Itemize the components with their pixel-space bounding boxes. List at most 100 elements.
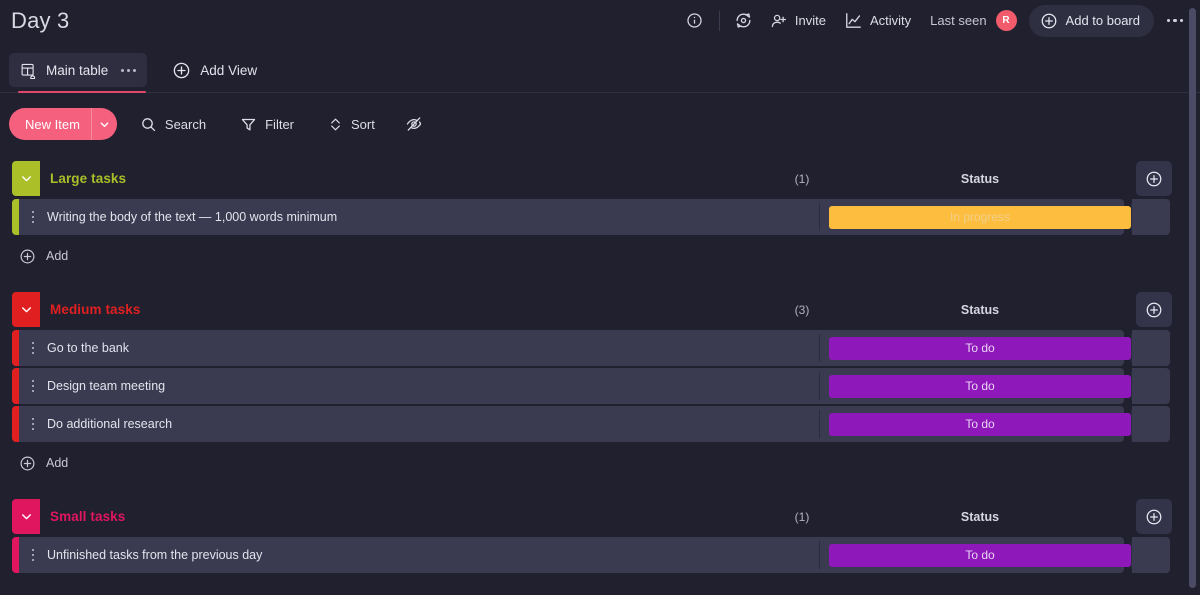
add-column-button[interactable] (1136, 161, 1172, 196)
add-item-button[interactable]: Add (0, 238, 200, 274)
page-title: Day 3 (11, 7, 70, 33)
action-toolbar: New Item Search Filter Sort (0, 105, 1200, 143)
info-button[interactable] (678, 6, 712, 36)
group-collapse-toggle[interactable] (12, 292, 40, 327)
status-cell[interactable]: To do (829, 333, 1131, 363)
group-collapse-toggle[interactable] (12, 499, 40, 534)
toolbar-divider (718, 10, 720, 31)
filter-label: Filter (265, 116, 294, 132)
group-item-count: (1) (794, 171, 810, 186)
chevron-down-icon (20, 303, 33, 316)
group-header: Small tasks (1) Status (0, 496, 1200, 537)
drag-dots-icon[interactable] (19, 537, 47, 573)
top-bar: Day 3 Invite Activity Last seen R Add to… (0, 0, 1200, 41)
drag-dots-icon[interactable] (19, 368, 47, 404)
add-item-button[interactable]: Add (0, 445, 200, 481)
avatar[interactable]: R (995, 10, 1017, 31)
status-cell[interactable]: To do (829, 371, 1131, 401)
table-row: Writing the body of the text — 1,000 wor… (0, 199, 1200, 235)
status-badge[interactable]: In progress (829, 205, 1131, 229)
column-divider (819, 410, 820, 438)
table-row: Do additional research To do (0, 406, 1200, 442)
activity-log-button[interactable] (727, 6, 761, 36)
column-header-status[interactable]: Status (834, 496, 1126, 537)
more-horizontal-icon (1166, 18, 1171, 23)
drag-dots-icon[interactable] (19, 199, 47, 235)
board-more-options-button[interactable] (1158, 6, 1192, 36)
column-divider (819, 203, 820, 231)
tab-main-table-label: Main table (46, 62, 109, 78)
plus-circle-icon (1145, 170, 1163, 188)
add-to-board-button[interactable]: Add to board (1028, 4, 1154, 37)
status-badge[interactable]: To do (829, 412, 1131, 436)
new-item-dropdown-toggle[interactable] (90, 108, 117, 140)
plus-circle-icon (172, 61, 191, 80)
group-small-tasks: Small tasks (1) Status Unfinished tasks … (0, 496, 1200, 573)
last-seen-label: Last seen (930, 13, 987, 28)
search-button[interactable]: Search (129, 109, 217, 140)
new-item-button[interactable]: New Item (9, 108, 117, 140)
search-label: Search (164, 116, 207, 132)
chevron-down-icon (20, 172, 33, 185)
status-cell[interactable]: To do (829, 540, 1131, 570)
column-header-status[interactable]: Status (834, 289, 1126, 330)
add-view-label: Add View (200, 62, 258, 78)
activity-button[interactable]: Activity (835, 6, 920, 36)
group-title[interactable]: Medium tasks (50, 289, 140, 330)
row-color-bar (12, 537, 19, 573)
board-app: Day 3 Invite Activity Last seen R Add to… (0, 0, 1200, 595)
new-item-label: New Item (25, 116, 80, 132)
row-tail-cell (1132, 330, 1170, 366)
eye-off-icon (405, 115, 423, 133)
refresh-sync-icon (734, 11, 753, 30)
add-item-label: Add (46, 456, 69, 470)
add-to-board-label: Add to board (1065, 13, 1140, 28)
invite-button[interactable]: Invite (761, 6, 835, 36)
funnel-icon (240, 116, 257, 133)
add-column-button[interactable] (1136, 499, 1172, 534)
last-seen-group[interactable]: Last seen R (920, 6, 1022, 36)
group-title[interactable]: Small tasks (50, 496, 125, 537)
row-color-bar (12, 406, 19, 442)
hide-columns-button[interactable] (398, 109, 430, 140)
column-header-status[interactable]: Status (834, 158, 1126, 199)
group-title[interactable]: Large tasks (50, 158, 126, 199)
column-divider (819, 372, 820, 400)
status-cell[interactable]: To do (829, 409, 1131, 439)
top-bar-actions: Invite Activity Last seen R Add to board (678, 0, 1200, 41)
row-tail-cell (1132, 368, 1170, 404)
plus-circle-icon (1145, 508, 1163, 526)
sort-button[interactable]: Sort (317, 109, 386, 140)
status-badge[interactable]: To do (829, 336, 1131, 360)
group-item-count: (3) (794, 302, 810, 317)
status-cell[interactable]: In progress (829, 202, 1131, 232)
sort-label: Sort (351, 116, 375, 132)
table-row: Go to the bank To do (0, 330, 1200, 366)
status-badge[interactable]: To do (829, 543, 1131, 567)
add-column-button[interactable] (1136, 292, 1172, 327)
activity-chart-icon (844, 11, 863, 30)
chevron-down-icon (20, 510, 33, 523)
drag-dots-icon[interactable] (19, 406, 47, 442)
sort-updown-icon (328, 116, 343, 133)
filter-button[interactable]: Filter (229, 109, 305, 140)
plus-circle-icon (1040, 12, 1058, 30)
column-divider (819, 541, 820, 569)
tab-main-table[interactable]: Main table (9, 53, 148, 93)
info-circle-icon (686, 12, 703, 29)
chevron-down-icon (99, 119, 110, 130)
status-badge[interactable]: To do (829, 374, 1131, 398)
vertical-scrollbar[interactable] (1189, 8, 1196, 588)
drag-dots-icon[interactable] (19, 330, 47, 366)
group-collapse-toggle[interactable] (12, 161, 40, 196)
tab-more-options-icon[interactable] (121, 68, 137, 72)
group-medium-tasks: Medium tasks (3) Status Go to the bank T… (0, 289, 1200, 496)
row-color-bar (12, 368, 19, 404)
group-header: Medium tasks (3) Status (0, 289, 1200, 330)
group-large-tasks: Large tasks (1) Status Writing the body … (0, 158, 1200, 289)
view-tab-bar: Main table Add View (0, 48, 1200, 93)
add-view-button[interactable]: Add View (161, 53, 268, 87)
add-item-label: Add (46, 249, 69, 263)
table-row: Design team meeting To do (0, 368, 1200, 404)
